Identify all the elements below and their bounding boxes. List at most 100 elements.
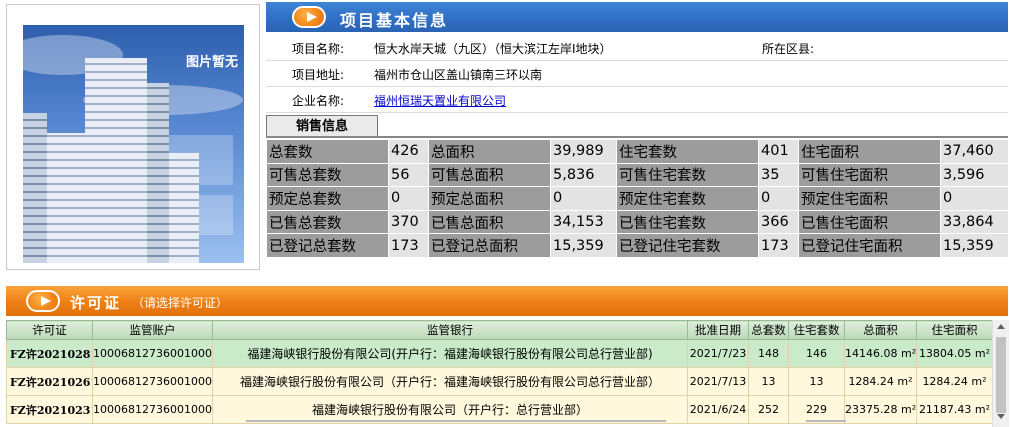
company-label: 企业名称: — [292, 94, 345, 108]
permit-cell: 2021/7/13 — [687, 367, 749, 396]
sales-row: 总套数 426 总面积 39,989 住宅套数 401 住宅面积 37,460 — [266, 139, 1009, 164]
permit-column-header[interactable]: 许可证 — [6, 320, 93, 340]
permit-cell: 146 — [788, 339, 845, 368]
permit-column-header[interactable]: 住宅面积 — [916, 320, 993, 340]
permit-hint: （请选择许可证） — [132, 296, 229, 310]
sales-metric-label: 已售住宅面积 — [798, 209, 941, 235]
permit-row[interactable]: FZ许20210281 100068127360010001 福建海峡银行股份有限公… — [6, 339, 993, 368]
permit-column-header[interactable]: 监管账户 — [92, 320, 213, 340]
project-address-row: 项目地址: 福州市仓山区盖山镇南三环以南 — [266, 62, 1008, 87]
sales-metric-value: 370 — [388, 209, 429, 235]
company-link[interactable]: 福州恒瑞天置业有限公司 — [374, 94, 506, 108]
permit-cell: 13804.05 m² — [916, 339, 993, 368]
project-name-label: 项目名称: — [292, 42, 345, 56]
sales-metric-label: 可售住宅面积 — [798, 162, 941, 188]
sales-metric-label: 已登记总套数 — [266, 233, 389, 258]
permit-row-partial — [6, 420, 992, 427]
sales-metric-value: 173 — [758, 233, 799, 258]
permit-column-header[interactable]: 总面积 — [844, 320, 917, 340]
sales-metric-value: 37,460 — [940, 139, 1009, 164]
sales-tab-divider — [266, 136, 1008, 138]
permit-column-header[interactable]: 总套数 — [748, 320, 789, 340]
sales-metric-value: 401 — [758, 139, 799, 164]
scroll-down-icon[interactable] — [997, 414, 1005, 419]
permit-cell: 1284.24 m² — [844, 367, 917, 396]
permit-column-header[interactable]: 监管银行 — [212, 320, 688, 340]
sales-metric-value: 426 — [388, 139, 429, 164]
project-address-label: 项目地址: — [292, 68, 345, 82]
sales-metric-label: 已登记住宅面积 — [798, 233, 941, 258]
permit-row[interactable]: FZ许20210261 100068127360010001 福建海峡银行股份有限公… — [6, 367, 993, 396]
sales-info-table: 总套数 426 总面积 39,989 住宅套数 401 住宅面积 37,460 可售总套数 56 可… — [266, 139, 1009, 258]
sales-metric-label: 预定总面积 — [428, 186, 551, 211]
sales-row: 可售总套数 56 可售总面积 5,836 可售住宅套数 35 可售住宅面积 3,596 — [266, 162, 1009, 188]
sales-metric-value: 5,836 — [550, 162, 617, 188]
permit-scrollbar[interactable] — [992, 320, 1009, 427]
scroll-thumb[interactable] — [996, 337, 1006, 413]
sales-metric-value: 0 — [758, 186, 799, 211]
permit-cell: 13 — [788, 367, 845, 396]
sales-metric-label: 总套数 — [266, 139, 389, 164]
permit-column-header[interactable]: 批准日期 — [687, 320, 749, 340]
sales-metric-label: 已售住宅套数 — [616, 209, 759, 235]
sales-metric-label: 住宅套数 — [616, 139, 759, 164]
project-name-value: 恒大水岸天城（九区）（恒大滨江左岸I地块） — [374, 42, 612, 56]
scroll-up-icon[interactable] — [997, 324, 1005, 329]
play-icon — [292, 6, 326, 28]
sales-metric-label: 已售总面积 — [428, 209, 551, 235]
sales-metric-label: 可售总面积 — [428, 162, 551, 188]
sales-metric-value: 39,989 — [550, 139, 617, 164]
company-row: 企业名称: 福州恒瑞天置业有限公司 — [266, 88, 1008, 113]
sales-metric-label: 已登记住宅套数 — [616, 233, 759, 258]
sales-row: 预定总套数 0 预定总面积 0 预定住宅套数 0 预定住宅面积 0 — [266, 186, 1009, 211]
photo-placeholder-caption: 图片暂无 — [185, 55, 238, 70]
sales-metric-label: 总面积 — [428, 139, 551, 164]
permit-cell: 100068127360010001 — [92, 367, 213, 396]
sales-info-tab[interactable]: 销售信息 — [266, 115, 378, 137]
sales-metric-label: 住宅面积 — [798, 139, 941, 164]
permit-cell: 福建海峡银行股份有限公司(开户行：福建海峡银行股份有限公司总行营业部) — [212, 339, 688, 368]
sales-metric-label: 已售总套数 — [266, 209, 389, 235]
sales-metric-value: 15,359 — [940, 233, 1009, 258]
sales-metric-value: 15,359 — [550, 233, 617, 258]
play-icon — [26, 290, 60, 312]
permit-column-header[interactable]: 住宅套数 — [788, 320, 845, 340]
permit-cell: 2021/7/23 — [687, 339, 749, 368]
district-label: 所在区县: — [762, 42, 815, 56]
sales-metric-value: 173 — [388, 233, 429, 258]
project-address-value: 福州市仓山区盖山镇南三环以南 — [374, 68, 543, 82]
sales-metric-value: 35 — [758, 162, 799, 188]
sales-metric-value: 33,864 — [940, 209, 1009, 235]
sales-metric-value: 34,153 — [550, 209, 617, 235]
sales-metric-value: 366 — [758, 209, 799, 235]
permit-header: 许可证 （请选择许可证） — [6, 286, 1008, 316]
project-info-title: 项目基本信息 — [340, 11, 449, 30]
permit-cell: 148 — [748, 339, 789, 368]
permit-cell: 100068127360010001 — [92, 339, 213, 368]
sales-metric-label: 预定住宅面积 — [798, 186, 941, 211]
permit-cell: 14146.08 m² — [844, 339, 917, 368]
permit-cell: FZ许20210261 — [6, 367, 93, 396]
permit-cell: 1284.24 m² — [916, 367, 993, 396]
sales-metric-value: 3,596 — [940, 162, 1009, 188]
permit-cell: FZ许20210281 — [6, 339, 93, 368]
sales-metric-label: 已登记总面积 — [428, 233, 551, 258]
project-photo-frame: 图片暂无 — [6, 4, 260, 270]
company-value: 福州恒瑞天置业有限公司 — [374, 92, 506, 109]
sales-metric-label: 可售住宅套数 — [616, 162, 759, 188]
permit-cell: 13 — [748, 367, 789, 396]
sales-metric-label: 预定总套数 — [266, 186, 389, 211]
sales-metric-label: 可售总套数 — [266, 162, 389, 188]
permit-table: 许可证 监管账户 监管银行 批准日期 总套数 住宅套数 总面积 住宅面积 FZ许2021028… — [6, 320, 993, 424]
sales-metric-value: 56 — [388, 162, 429, 188]
permit-title: 许可证 — [70, 294, 122, 312]
sales-row: 已登记总套数 173 已登记总面积 15,359 已登记住宅套数 173 已登记住宅面积 15… — [266, 233, 1009, 258]
sales-metric-value: 0 — [940, 186, 1009, 211]
sales-metric-value: 0 — [388, 186, 429, 211]
project-name-row: 项目名称: 恒大水岸天城（九区）（恒大滨江左岸I地块） 所在区县: — [266, 36, 1008, 61]
project-photo: 图片暂无 — [23, 25, 244, 263]
sales-metric-label: 预定住宅套数 — [616, 186, 759, 211]
project-info-header: 项目基本信息 — [266, 2, 1008, 32]
sales-row: 已售总套数 370 已售总面积 34,153 已售住宅套数 366 已售住宅面积 33,864 — [266, 209, 1009, 235]
sales-metric-value: 0 — [550, 186, 617, 211]
